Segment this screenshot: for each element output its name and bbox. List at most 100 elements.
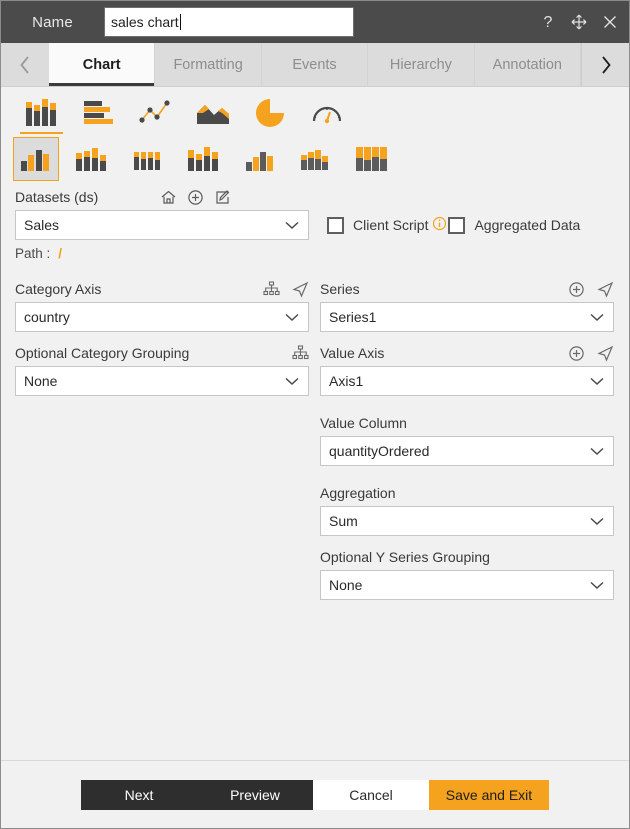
datasets-row: Sales Client Script Aggregated Data [15,210,615,240]
dataset-path-label: Path : [15,246,51,261]
value-axis-select[interactable]: Axis1 [320,366,614,396]
value-column-field: Value Column quantityOrdered [320,410,614,466]
tab-events-label: Events [292,56,337,73]
series-select[interactable]: Series1 [320,302,614,332]
chart-designer-window: Name sales chart ? Chart Formatting Even… [0,0,630,829]
category-grouping-header: Optional Category Grouping [15,340,309,366]
datasets-header: Datasets (ds) [15,184,615,210]
column-chart-icon[interactable] [13,94,70,134]
series-actions [568,281,614,298]
client-script-checkbox[interactable] [327,216,344,234]
settings-columns: Category Axis country Optional Category … [15,276,615,600]
datasets-select[interactable]: Sales [15,210,309,240]
y-series-grouping-select[interactable]: None [320,570,614,600]
category-axis-value: country [24,309,70,325]
name-input[interactable]: sales chart [104,7,354,37]
name-input-value: sales chart [111,14,179,30]
series-label: Series [320,281,360,297]
close-icon[interactable] [601,13,619,31]
clustered-column-icon[interactable] [13,137,59,181]
cursor-arrow-icon[interactable] [597,345,614,362]
area-chart-icon[interactable] [184,94,241,132]
datasets-actions [160,189,231,206]
aggregation-select[interactable]: Sum [320,506,614,536]
scatter-line-chart-icon[interactable] [127,94,184,132]
value-axis-label: Value Axis [320,345,385,361]
chevron-down-icon [589,373,605,389]
right-settings-column: Series Series1 Value Axis Axis1 Value Co… [320,276,614,600]
plus-circle-icon[interactable] [568,345,585,362]
stacked-column-icon[interactable] [69,137,115,181]
tab-bar: Chart Formatting Events Hierarchy Annota… [1,43,629,87]
dataset-path-value: / [58,246,63,261]
chevron-down-icon [589,577,605,593]
titlebar-icons: ? [539,13,619,31]
category-axis-actions [263,280,309,298]
category-axis-header: Category Axis [15,276,309,302]
value-column-select[interactable]: quantityOrdered [320,436,614,466]
value-axis-value: Axis1 [329,373,364,389]
y-series-grouping-field: Optional Y Series Grouping None [320,544,614,600]
aggregation-label: Aggregation [320,485,396,501]
y-series-grouping-header: Optional Y Series Grouping [320,544,614,570]
tabs-scroll-left-button[interactable] [1,43,49,86]
aggregation-header: Aggregation [320,480,614,506]
dataset-path: Path : / [15,246,615,266]
grouped-stacked-column-icon[interactable] [181,137,227,181]
chevron-down-icon [284,373,300,389]
cursor-arrow-icon[interactable] [597,281,614,298]
chart-family-strip [1,87,629,134]
aggregated-data-label: Aggregated Data [474,217,581,233]
next-button[interactable]: Next [81,779,197,810]
preview-button[interactable]: Preview [197,779,313,810]
stacked-column-100-icon[interactable] [125,137,171,181]
value-axis-actions [568,345,614,362]
plus-circle-icon[interactable] [568,281,585,298]
value-axis-header: Value Axis [320,340,614,366]
plus-circle-icon[interactable] [187,189,204,206]
tab-hierarchy[interactable]: Hierarchy [368,43,475,86]
tab-chart[interactable]: Chart [49,43,156,86]
chevron-down-icon [589,309,605,325]
tabs-scroll-right-button[interactable] [581,43,629,86]
small-stacked-column-icon[interactable] [293,137,339,181]
tab-list: Chart Formatting Events Hierarchy Annota… [49,43,582,86]
tab-events[interactable]: Events [261,43,369,86]
gauge-chart-icon[interactable] [298,94,355,132]
titlebar: Name sales chart ? [1,1,629,43]
name-label: Name [32,13,73,31]
dataset-options: Client Script Aggregated Data [327,210,582,240]
category-axis-select[interactable]: country [15,302,309,332]
home-icon[interactable] [160,189,177,206]
client-script-label: Client Script [353,217,429,233]
vertical-scrollbar[interactable] [626,184,629,760]
category-grouping-select[interactable]: None [15,366,309,396]
chevron-down-icon [589,443,605,459]
tab-annotation[interactable]: Annotation [474,43,582,86]
info-circle-icon[interactable] [432,216,447,234]
series-header: Series [320,276,614,302]
save-and-exit-button[interactable]: Save and Exit [429,779,549,810]
aggregated-data-checkbox[interactable] [448,216,466,234]
bar-chart-icon[interactable] [70,94,127,132]
waterfall-column-icon[interactable] [237,137,283,181]
question-mark-icon[interactable]: ? [539,13,557,31]
chart-settings-panel: Datasets (ds) Sales Client Script Aggreg… [1,184,629,760]
cancel-button[interactable]: Cancel [313,779,429,810]
tab-formatting[interactable]: Formatting [155,43,262,86]
hierarchy-icon[interactable] [292,344,309,362]
pie-chart-icon[interactable] [241,94,298,132]
move-icon[interactable] [570,13,588,31]
chevron-down-icon [284,309,300,325]
edit-pencil-icon[interactable] [214,189,231,206]
hierarchy-icon[interactable] [263,280,280,298]
category-grouping-field: Optional Category Grouping None [15,340,309,396]
datasets-select-value: Sales [24,217,60,233]
series-field: Series Series1 [320,276,614,332]
full-stacked-column-icon[interactable] [349,137,395,181]
cursor-arrow-icon[interactable] [292,281,309,298]
